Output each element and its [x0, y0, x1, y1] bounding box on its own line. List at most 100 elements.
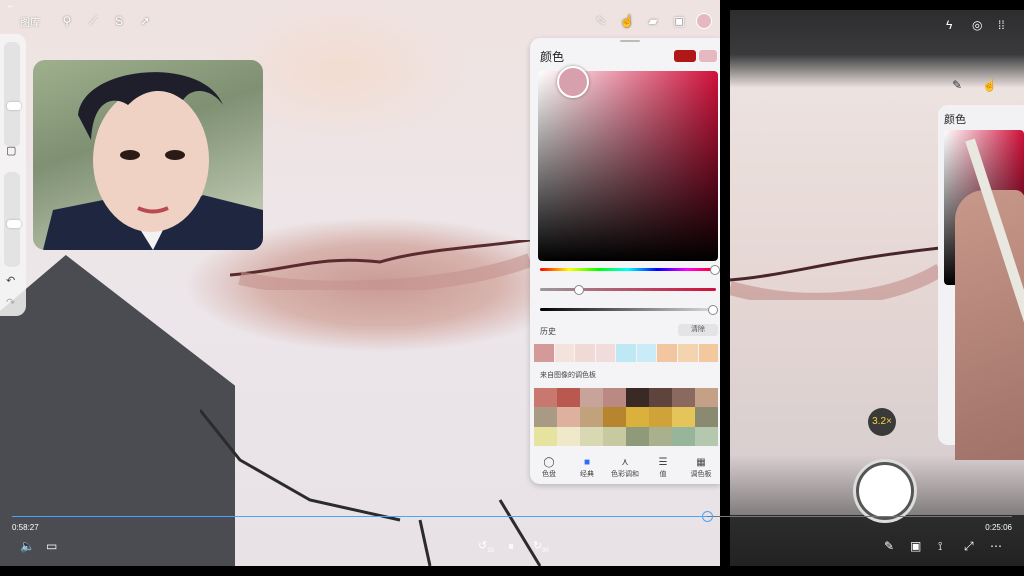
opacity-knob[interactable] [7, 220, 21, 228]
tab-value[interactable]: ☰ 值 [644, 452, 682, 484]
palette-swatch[interactable] [557, 426, 580, 446]
edit-pencil-icon[interactable]: ✎ [884, 539, 894, 553]
live-off-icon[interactable]: ◎ [972, 18, 982, 32]
palette-swatch[interactable] [649, 426, 672, 446]
saturation-slider[interactable] [540, 288, 716, 291]
shutter-button[interactable] [856, 462, 914, 520]
procreate-toolbar: 图库 ⚲ ⟋ S ➚ ✎ ☝ ▰ ▣ [0, 10, 720, 32]
brightness-knob[interactable] [708, 305, 718, 315]
palette-swatch[interactable] [695, 388, 718, 408]
wrench-icon[interactable]: ⚲ [54, 14, 80, 28]
palette-swatch[interactable] [672, 388, 695, 408]
redo-icon[interactable]: ↷ [6, 296, 15, 309]
history-swatch[interactable] [698, 344, 719, 362]
camera-bottom-bar [730, 515, 1024, 566]
pause-icon[interactable]: ⏸ [508, 539, 514, 554]
palette-swatch[interactable] [626, 407, 649, 427]
history-swatch[interactable] [636, 344, 657, 362]
back-arrow-icon[interactable]: ← [6, 0, 16, 11]
history-swatch[interactable] [534, 344, 554, 362]
primary-color-swatch[interactable] [674, 50, 696, 62]
selection-icon[interactable]: S [106, 14, 132, 28]
eraser-icon[interactable]: ▰ [640, 14, 666, 28]
color-tab-bar: ◯ 色盘 ■ 经典 ⋏ 色彩调和 ☰ 值 ▦ 调色板 [530, 452, 720, 484]
opacity-slider[interactable] [4, 172, 21, 267]
brightness-slider[interactable] [540, 308, 716, 311]
picture-in-picture-icon[interactable]: ▣ [910, 539, 921, 553]
undo-icon[interactable]: ↶ [6, 274, 15, 287]
saturation-knob[interactable] [574, 285, 584, 295]
camera-panel-title: 颜色 [944, 114, 966, 126]
history-swatch[interactable] [554, 344, 575, 362]
skip-back-button[interactable]: ↺10 [478, 539, 494, 554]
harmony-icon: ⋏ [621, 457, 629, 468]
palette-swatch[interactable] [580, 426, 603, 446]
palette-swatch[interactable] [626, 388, 649, 408]
tab-palettes[interactable]: ▦ 调色板 [682, 452, 720, 484]
palette-swatch[interactable] [580, 388, 603, 408]
cast-icon[interactable]: ⟟ [938, 539, 942, 554]
image-palette-grid [534, 388, 718, 446]
palette-swatch[interactable] [603, 407, 626, 427]
elapsed-time: 0:58:27 [12, 523, 39, 532]
palette-swatch[interactable] [534, 407, 557, 427]
color-icon[interactable] [696, 13, 712, 29]
magic-wand-icon[interactable]: ⟋ [80, 14, 106, 29]
gallery-button[interactable]: 图库 [20, 14, 40, 29]
skip-forward-button[interactable]: ↻30 [533, 539, 549, 554]
tab-harmony[interactable]: ⋏ 色彩调和 [606, 452, 644, 484]
clear-history-button[interactable]: 清除 [678, 324, 718, 336]
palette-swatch[interactable] [557, 407, 580, 427]
palette-swatch[interactable] [672, 426, 695, 446]
palette-swatch[interactable] [603, 388, 626, 408]
palette-swatch[interactable] [626, 426, 649, 446]
hue-knob[interactable] [710, 265, 720, 275]
procreate-canvas[interactable]: 图库 ⚲ ⟋ S ➚ ✎ ☝ ▰ ▣ ▢ ↶ ↷ 颜色 历史 清除 来自图像的调… [0, 0, 720, 566]
palette-swatch[interactable] [672, 407, 695, 427]
tab-disc[interactable]: ◯ 色盘 [530, 452, 568, 484]
palette-swatch[interactable] [534, 426, 557, 446]
panel-grabber[interactable] [620, 40, 640, 42]
smudge-icon[interactable]: ☝ [614, 14, 640, 28]
history-swatch[interactable] [677, 344, 698, 362]
progress-knob[interactable] [702, 511, 713, 522]
color-panel-title: 颜色 [540, 50, 565, 64]
palette-swatch[interactable] [695, 407, 718, 427]
history-swatch[interactable] [657, 344, 677, 362]
brush-size-slider[interactable] [4, 42, 21, 147]
brush-icon[interactable]: ✎ [588, 14, 614, 28]
transform-icon[interactable]: ➚ [132, 14, 158, 28]
subtitle-icon[interactable]: ▭ [46, 539, 57, 553]
brush-size-knob[interactable] [7, 102, 21, 110]
hue-slider[interactable] [540, 268, 716, 271]
sliders-icon: ☰ [658, 457, 668, 468]
volume-icon[interactable]: 🔈 [20, 539, 35, 553]
image-palette-label: 来自图像的调色板 [540, 372, 596, 379]
fullscreen-icon[interactable]: ⤢ [964, 539, 974, 554]
color-picker-knob[interactable] [557, 66, 589, 98]
more-grid-icon[interactable]: ⁞⁞ [998, 18, 1005, 32]
modify-square-icon[interactable]: ▢ [6, 144, 16, 157]
history-swatch[interactable] [616, 344, 636, 362]
lip-drawing [230, 240, 530, 290]
secondary-color-swatch[interactable] [699, 50, 717, 62]
tab-classic[interactable]: ■ 经典 [568, 452, 606, 484]
progress-fill [12, 516, 707, 517]
history-swatch[interactable] [595, 344, 616, 362]
more-icon[interactable]: ⋯ [990, 539, 1002, 553]
saturation-value-picker[interactable] [538, 71, 718, 261]
classic-square-icon: ■ [583, 457, 591, 468]
palette-swatch[interactable] [649, 407, 672, 427]
palette-swatch[interactable] [534, 388, 557, 408]
zoom-badge[interactable]: 3.2× [868, 408, 896, 436]
flash-off-icon[interactable]: ϟ [946, 18, 952, 32]
palette-swatch[interactable] [557, 388, 580, 408]
palette-swatch[interactable] [695, 426, 718, 446]
palette-swatch[interactable] [580, 407, 603, 427]
color-panel: 颜色 历史 清除 来自图像的调色板 ◯ 色盘 ■ 经典 ⋏ 色彩调和 ☰ 值 ▦ 调色板 [530, 38, 720, 484]
palette-swatch[interactable] [603, 426, 626, 446]
layers-icon[interactable]: ▣ [666, 14, 692, 28]
history-swatch[interactable] [575, 344, 595, 362]
palette-swatch[interactable] [649, 388, 672, 408]
camera-view: ϟ ◎ ⁞⁞ ✎ ☝ 颜色 3.2× [730, 10, 1024, 566]
